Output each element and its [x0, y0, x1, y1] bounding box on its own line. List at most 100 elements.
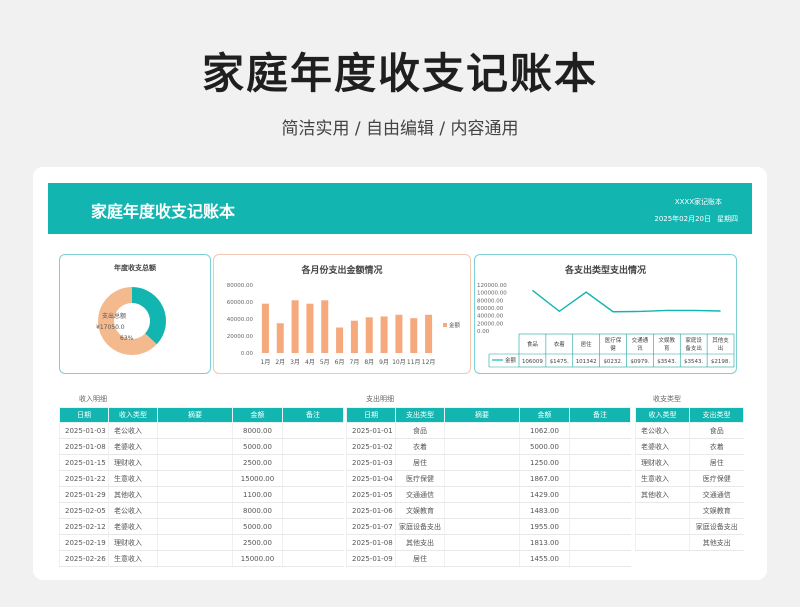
types-cell[interactable]: 食品	[689, 422, 744, 439]
income-cell[interactable]: 生意收入	[108, 470, 158, 487]
expense-cell[interactable]: 1062.00	[519, 422, 570, 439]
expense-cell[interactable]	[569, 550, 631, 567]
income-cell[interactable]	[157, 502, 233, 519]
income-cell[interactable]: 老公收入	[108, 422, 158, 439]
income-cell[interactable]	[282, 454, 344, 471]
income-cell[interactable]: 15000.00	[232, 470, 283, 487]
expense-cell[interactable]	[569, 534, 631, 551]
income-cell[interactable]: 5000.00	[232, 438, 283, 455]
expense-cell[interactable]: 1250.00	[519, 454, 570, 471]
expense-row[interactable]: 2025-01-09 居住 1455.00	[346, 550, 631, 567]
income-cell[interactable]: 老婆收入	[108, 438, 158, 455]
income-row[interactable]: 2025-02-26 生意收入 15000.00	[59, 550, 344, 567]
income-row[interactable]: 2025-01-08 老婆收入 5000.00	[59, 438, 344, 455]
types-row[interactable]: 其他收入 交通通信	[635, 486, 744, 503]
types-cell[interactable]	[635, 502, 690, 519]
expense-cell[interactable]: 食品	[395, 422, 445, 439]
expense-cell[interactable]: 2025-01-09	[346, 550, 396, 567]
income-cell[interactable]	[157, 422, 233, 439]
types-cell[interactable]: 老婆收入	[635, 438, 690, 455]
expense-cell[interactable]: 2025-01-06	[346, 502, 396, 519]
expense-row[interactable]: 2025-01-08 其他支出 1813.00	[346, 534, 631, 551]
types-row[interactable]: 理财收入 居住	[635, 454, 744, 471]
expense-cell[interactable]: 其他支出	[395, 534, 445, 551]
income-cell[interactable]	[282, 550, 344, 567]
expense-cell[interactable]	[569, 422, 631, 439]
expense-cell[interactable]: 交通通信	[395, 486, 445, 503]
expense-cell[interactable]: 1455.00	[519, 550, 570, 567]
types-row[interactable]: 老婆收入 衣着	[635, 438, 744, 455]
expense-cell[interactable]: 衣着	[395, 438, 445, 455]
expense-cell[interactable]: 文娱教育	[395, 502, 445, 519]
types-cell[interactable]: 其他收入	[635, 486, 690, 503]
types-cell[interactable]: 家庭设备支出	[689, 518, 744, 535]
types-row[interactable]: 其他支出	[635, 534, 744, 551]
types-row[interactable]: 老公收入 食品	[635, 422, 744, 439]
types-cell[interactable]: 居住	[689, 454, 744, 471]
income-row[interactable]: 2025-02-19 理财收入 2500.00	[59, 534, 344, 551]
expense-row[interactable]: 2025-01-02 衣着 5000.00	[346, 438, 631, 455]
income-cell[interactable]: 老婆收入	[108, 518, 158, 535]
expense-row[interactable]: 2025-01-01 食品 1062.00	[346, 422, 631, 439]
types-row[interactable]: 生意收入 医疗保健	[635, 470, 744, 487]
types-cell[interactable]: 理财收入	[635, 454, 690, 471]
expense-cell[interactable]	[444, 550, 520, 567]
income-cell[interactable]: 2025-02-05	[59, 502, 109, 519]
income-cell[interactable]	[157, 518, 233, 535]
income-cell[interactable]: 2025-02-19	[59, 534, 109, 551]
income-cell[interactable]	[157, 470, 233, 487]
expense-cell[interactable]	[569, 470, 631, 487]
expense-cell[interactable]: 1429.00	[519, 486, 570, 503]
income-cell[interactable]: 2025-01-22	[59, 470, 109, 487]
income-cell[interactable]: 生意收入	[108, 550, 158, 567]
income-cell[interactable]: 理财收入	[108, 534, 158, 551]
income-cell[interactable]: 8000.00	[232, 502, 283, 519]
expense-cell[interactable]: 1813.00	[519, 534, 570, 551]
expense-cell[interactable]: 5000.00	[519, 438, 570, 455]
income-cell[interactable]: 2025-01-15	[59, 454, 109, 471]
expense-cell[interactable]: 家庭设备支出	[395, 518, 445, 535]
income-cell[interactable]	[282, 518, 344, 535]
income-cell[interactable]: 8000.00	[232, 422, 283, 439]
income-cell[interactable]: 2025-01-08	[59, 438, 109, 455]
expense-cell[interactable]: 居住	[395, 454, 445, 471]
expense-cell[interactable]	[444, 486, 520, 503]
income-cell[interactable]	[282, 470, 344, 487]
income-cell[interactable]: 2025-01-29	[59, 486, 109, 503]
expense-cell[interactable]	[444, 518, 520, 535]
income-cell[interactable]: 2025-02-26	[59, 550, 109, 567]
types-cell[interactable]	[635, 518, 690, 535]
expense-cell[interactable]	[569, 502, 631, 519]
income-cell[interactable]: 1100.00	[232, 486, 283, 503]
income-row[interactable]: 2025-01-03 老公收入 8000.00	[59, 422, 344, 439]
expense-cell[interactable]: 2025-01-01	[346, 422, 396, 439]
expense-row[interactable]: 2025-01-07 家庭设备支出 1955.00	[346, 518, 631, 535]
expense-cell[interactable]	[569, 454, 631, 471]
expense-cell[interactable]: 2025-01-03	[346, 454, 396, 471]
income-row[interactable]: 2025-01-29 其他收入 1100.00	[59, 486, 344, 503]
income-cell[interactable]	[282, 534, 344, 551]
expense-cell[interactable]	[444, 422, 520, 439]
types-cell[interactable]: 老公收入	[635, 422, 690, 439]
income-cell[interactable]: 2500.00	[232, 534, 283, 551]
expense-row[interactable]: 2025-01-06 文娱教育 1483.00	[346, 502, 631, 519]
income-cell[interactable]: 理财收入	[108, 454, 158, 471]
income-cell[interactable]	[282, 422, 344, 439]
expense-cell[interactable]: 1483.00	[519, 502, 570, 519]
expense-cell[interactable]	[569, 438, 631, 455]
expense-cell[interactable]	[444, 470, 520, 487]
income-row[interactable]: 2025-02-12 老婆收入 5000.00	[59, 518, 344, 535]
income-cell[interactable]	[282, 486, 344, 503]
income-cell[interactable]: 其他收入	[108, 486, 158, 503]
types-row[interactable]: 家庭设备支出	[635, 518, 744, 535]
income-cell[interactable]	[157, 486, 233, 503]
income-cell[interactable]: 15000.00	[232, 550, 283, 567]
types-row[interactable]: 文娱教育	[635, 502, 744, 519]
expense-cell[interactable]	[569, 518, 631, 535]
expense-cell[interactable]: 居住	[395, 550, 445, 567]
income-row[interactable]: 2025-02-05 老公收入 8000.00	[59, 502, 344, 519]
expense-cell[interactable]: 1955.00	[519, 518, 570, 535]
expense-row[interactable]: 2025-01-03 居住 1250.00	[346, 454, 631, 471]
types-cell[interactable]: 医疗保健	[689, 470, 744, 487]
types-cell[interactable]: 其他支出	[689, 534, 744, 551]
